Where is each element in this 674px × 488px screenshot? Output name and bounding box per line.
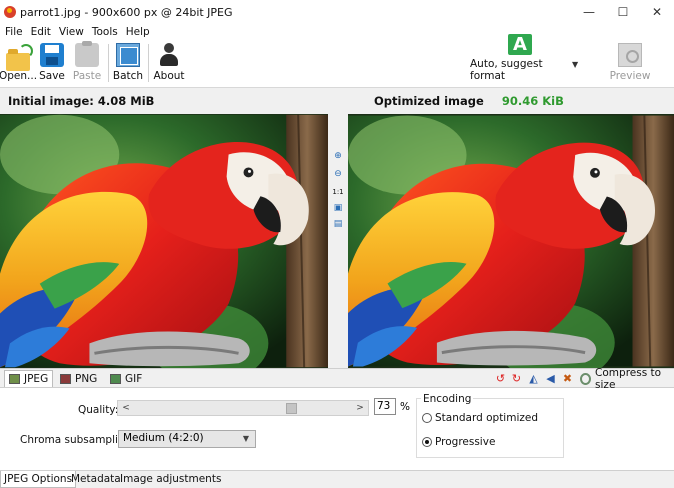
open-folder-icon [6, 44, 33, 71]
close-button[interactable]: ✕ [640, 0, 674, 24]
title-bar: parrot1.jpg - 900x600 px @ 24bit JPEG — … [0, 0, 674, 24]
paste-label: Paste [72, 70, 102, 82]
quality-value-input[interactable]: 73 [374, 398, 396, 415]
window-controls: — ☐ ✕ [572, 0, 674, 24]
gif-format-icon [110, 373, 121, 384]
tab-jpeg[interactable]: JPEG [4, 370, 54, 387]
tab-gif-label: GIF [125, 372, 143, 385]
open-label: Open... [0, 70, 38, 82]
menu-edit[interactable]: Edit [29, 26, 57, 38]
tab-image-adjustments[interactable]: Image adjustments [117, 471, 224, 488]
rotate-right-icon[interactable]: ↻ [510, 372, 523, 385]
toolbar-separator [148, 44, 149, 82]
chroma-subsampling-value: Medium (4:2:0) [123, 432, 204, 444]
chevron-down-icon[interactable]: ▼ [572, 60, 578, 69]
standard-optimized-label: Standard optimized [435, 412, 539, 424]
save-label: Save [39, 70, 65, 82]
auto-suggest-label: Auto, suggest format [470, 58, 543, 82]
jpeg-format-icon [9, 374, 20, 384]
tab-jpeg-options[interactable]: JPEG Options [0, 471, 77, 488]
zoom-in-icon[interactable]: ⊕ [332, 150, 344, 162]
menu-bar: File Edit View Tools Help [0, 24, 674, 40]
save-button[interactable]: Save [38, 40, 66, 86]
floppy-disk-icon [40, 43, 64, 67]
tab-jpeg-label: JPEG [24, 373, 49, 385]
progressive-radio[interactable] [422, 437, 432, 447]
quality-slider[interactable]: < > [117, 400, 369, 416]
optimized-image-size: 90.46 KiB [501, 94, 564, 108]
batch-button[interactable]: Batch [113, 40, 143, 86]
standard-radio[interactable] [422, 413, 432, 423]
preview-label: Preview [609, 70, 651, 82]
encoding-standard-option[interactable]: Standard optimized [422, 412, 538, 424]
person-icon [158, 43, 180, 67]
toolbar-separator [108, 44, 109, 82]
menu-help[interactable]: Help [124, 26, 156, 38]
initial-image-label: Initial image: [8, 94, 94, 108]
format-a-icon: A [508, 34, 532, 55]
compress-to-size-label: Compress to size [595, 366, 662, 391]
open-button[interactable]: Open... [0, 40, 38, 86]
preview-button[interactable]: Preview [610, 40, 650, 86]
target-size-icon [580, 372, 592, 385]
actual-size-icon[interactable]: 1:1 [332, 186, 344, 198]
menu-file[interactable]: File [3, 26, 29, 38]
window-title: parrot1.jpg - 900x600 px @ 24bit JPEG [20, 5, 233, 19]
about-label: About [153, 70, 185, 82]
menu-view[interactable]: View [57, 26, 90, 38]
encoding-progressive-option[interactable]: Progressive [422, 436, 495, 448]
app-icon [4, 6, 16, 18]
optimized-parrot-image [348, 114, 674, 368]
chevron-down-icon: ▼ [242, 434, 249, 443]
split-view-icon[interactable]: ▤ [332, 218, 344, 230]
tab-gif[interactable]: GIF [106, 370, 146, 387]
slider-right-arrow[interactable]: > [354, 402, 366, 414]
optimized-image-label: Optimized image [374, 94, 484, 108]
initial-image-view[interactable] [0, 114, 328, 368]
rotate-left-icon[interactable]: ↺ [494, 372, 507, 385]
options-tab-bar: JPEG Options Metadata Image adjustments [0, 470, 674, 488]
initial-image-info: Initial image: 4.08 MiB [8, 94, 154, 108]
clipboard-icon [75, 41, 99, 67]
initial-parrot-image [0, 114, 328, 368]
chroma-subsampling-select[interactable]: Medium (4:2:0) ▼ [118, 430, 256, 448]
tab-metadata[interactable]: Metadata [68, 471, 124, 488]
optimized-image-info: Optimized image 90.46 KiB [374, 94, 564, 108]
paste-button[interactable]: Paste [72, 40, 102, 86]
quality-slider-thumb[interactable] [286, 403, 298, 414]
png-format-icon [60, 373, 71, 384]
auto-suggest-format-button[interactable]: A Auto, suggest format [470, 34, 570, 86]
compress-to-size-button[interactable]: Compress to size [580, 367, 674, 391]
batch-images-icon [116, 43, 140, 67]
about-button[interactable]: About [153, 40, 185, 86]
size-info-bar: Initial image: 4.08 MiB Optimized image … [0, 88, 674, 114]
batch-label: Batch [112, 70, 144, 82]
tab-png[interactable]: PNG [56, 370, 101, 387]
jpeg-options-panel: Quality: < > 73 % Chroma subsampling: Me… [0, 388, 674, 470]
initial-image-size: 4.08 MiB [97, 94, 155, 108]
quality-label: Quality: [78, 404, 119, 416]
tab-png-label: PNG [75, 372, 98, 385]
encoding-group: Encoding Standard optimized Progressive [416, 393, 564, 458]
crop-icon[interactable]: ✖ [561, 372, 574, 385]
minimize-button[interactable]: — [572, 0, 606, 24]
preview-magnifier-icon [618, 43, 642, 67]
toolbar: Open... Save Paste Batch About A Auto, s… [0, 34, 674, 88]
menu-tools[interactable]: Tools [90, 26, 124, 38]
progressive-label: Progressive [435, 436, 496, 448]
format-tab-bar: JPEG PNG GIF ↺ ↻ ◭ ◀ ✖ Compress to size [0, 367, 674, 391]
quality-unit: % [400, 401, 410, 413]
flip-vertical-icon[interactable]: ◀ [544, 372, 557, 385]
maximize-button[interactable]: ☐ [606, 0, 640, 24]
encoding-title: Encoding [421, 393, 474, 405]
fit-to-window-icon[interactable]: ▣ [332, 202, 344, 214]
zoom-toolstrip: ⊕ ⊖ 1:1 ▣ ▤ [328, 114, 348, 368]
slider-left-arrow[interactable]: < [120, 402, 132, 414]
zoom-out-icon[interactable]: ⊖ [332, 168, 344, 180]
flip-horizontal-icon[interactable]: ◭ [527, 372, 540, 385]
optimized-image-view[interactable] [348, 114, 674, 368]
